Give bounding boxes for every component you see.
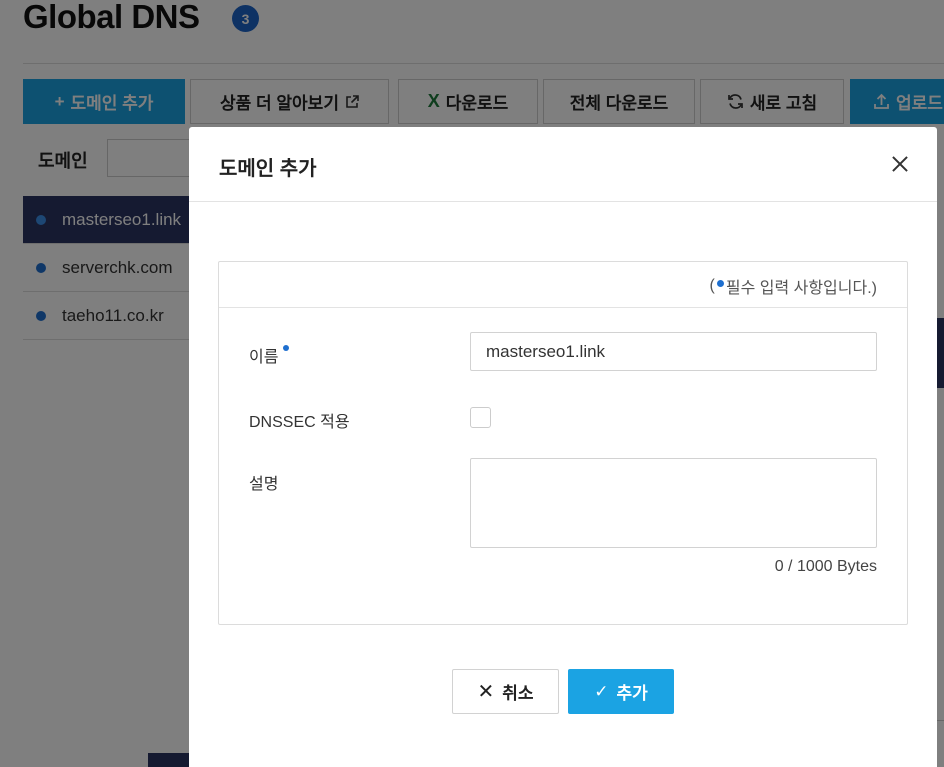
required-dot-icon: [716, 279, 724, 287]
domain-name-input[interactable]: [470, 332, 877, 371]
dnssec-checkbox[interactable]: [470, 407, 491, 428]
close-icon[interactable]: [889, 153, 911, 175]
add-domain-dialog: 도메인 추가 ( 필수 입력 사항입니다.) 이름 DNSSEC 적용 설명 0…: [189, 127, 937, 767]
form-divider: [219, 307, 907, 308]
close-icon: ✕: [477, 680, 495, 703]
name-field-label: 이름: [249, 343, 290, 367]
cancel-label: 취소: [502, 684, 534, 703]
add-button[interactable]: ✓ 추가: [568, 669, 674, 714]
domain-form: ( 필수 입력 사항입니다.) 이름 DNSSEC 적용 설명 0 / 1000…: [218, 261, 908, 625]
dnssec-field-label: DNSSEC 적용: [249, 414, 350, 431]
required-dot-icon: [283, 345, 290, 351]
description-textarea[interactable]: [470, 458, 877, 548]
description-field-label: 설명: [249, 476, 279, 493]
required-fields-note: ( 필수 입력 사항입니다.): [710, 274, 877, 298]
required-note-text: 필수 입력 사항입니다.): [725, 280, 877, 297]
dialog-title: 도메인 추가: [219, 158, 317, 180]
cancel-button[interactable]: ✕ 취소: [452, 669, 559, 714]
byte-counter: 0 / 1000 Bytes: [774, 558, 877, 575]
add-label: 추가: [616, 684, 648, 703]
required-note-paren: (: [709, 277, 715, 294]
dialog-header-divider: [189, 201, 937, 202]
name-label-text: 이름: [249, 349, 279, 366]
check-icon: ✓: [594, 682, 609, 701]
